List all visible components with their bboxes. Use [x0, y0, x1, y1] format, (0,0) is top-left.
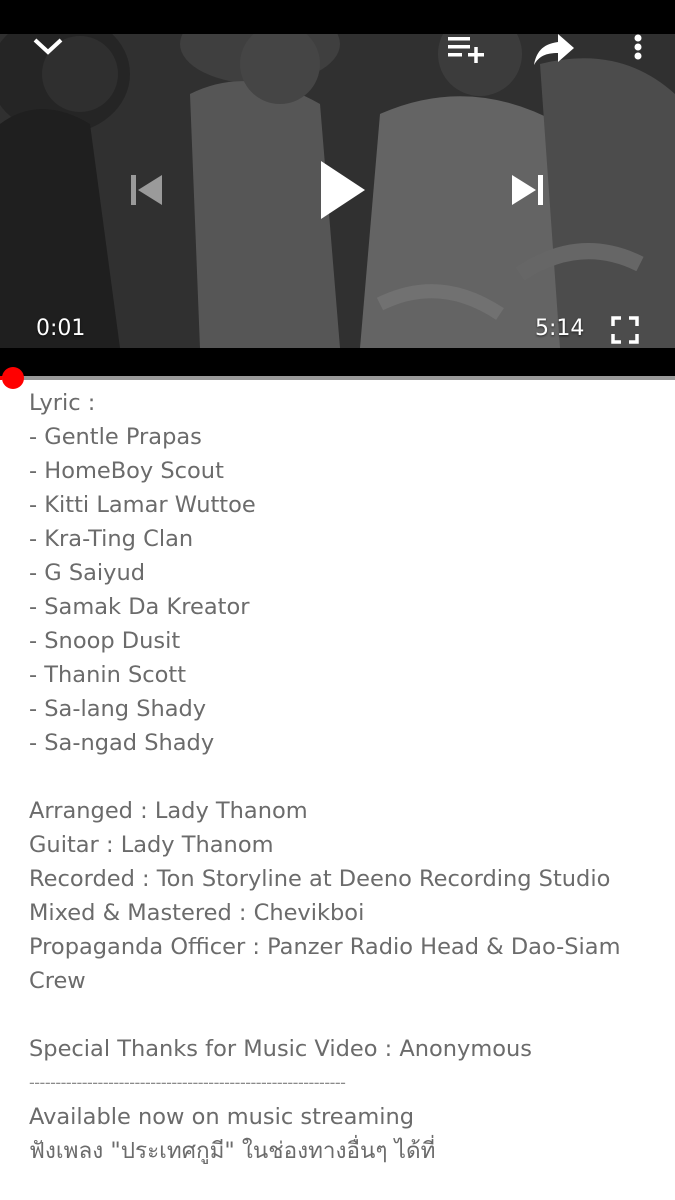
- lyricist-item: - Sa-ngad Shady: [29, 730, 215, 756]
- skip-next-icon[interactable]: [508, 172, 548, 208]
- lyricist-item: - Gentle Prapas: [29, 424, 202, 450]
- playlist-add-icon[interactable]: [444, 34, 488, 64]
- chevron-down-icon[interactable]: [28, 34, 68, 58]
- lyricist-item: - Samak Da Kreator: [29, 594, 250, 620]
- lyric-header: Lyric :: [29, 390, 96, 416]
- special-thanks: Special Thanks for Music Video : Anonymo…: [29, 1036, 533, 1062]
- thai-listen-text: ฟังเพลง "ประเทศกูมี" ในช่องทางอื่นๆ ได้ท…: [29, 1138, 436, 1164]
- lyricist-item: - Kra-Ting Clan: [29, 526, 194, 552]
- lyricist-item: - Thanin Scott: [29, 662, 187, 688]
- fullscreen-icon[interactable]: [608, 314, 642, 346]
- video-description: Lyric : - Gentle Prapas - HomeBoy Scout …: [29, 386, 649, 1168]
- status-bar: [0, 0, 675, 34]
- credit-guitar: Guitar : Lady Thanom: [29, 832, 274, 858]
- video-letterbox: [0, 348, 675, 377]
- lyricist-item: - G Saiyud: [29, 560, 146, 586]
- lyricist-item: - Sa-lang Shady: [29, 696, 207, 722]
- progress-bar[interactable]: [0, 376, 675, 380]
- available-now: Available now on music streaming: [29, 1104, 415, 1130]
- video-player[interactable]: 0:01 5:14: [0, 34, 675, 348]
- lyricist-item: - Snoop Dusit: [29, 628, 181, 654]
- share-arrow-icon[interactable]: [530, 34, 578, 66]
- credit-arranged: Arranged : Lady Thanom: [29, 798, 308, 824]
- lyricist-item: - HomeBoy Scout: [29, 458, 224, 484]
- progress-scrubber[interactable]: [2, 367, 24, 389]
- skip-previous-icon[interactable]: [126, 172, 166, 208]
- duration: 5:14: [535, 316, 585, 341]
- more-vertical-icon[interactable]: [626, 34, 650, 64]
- credit-propaganda: Propaganda Officer : Panzer Radio Head &…: [29, 934, 621, 994]
- lyricist-item: - Kitti Lamar Wuttoe: [29, 492, 256, 518]
- credit-mixed: Mixed & Mastered : Chevikboi: [29, 900, 365, 926]
- credit-recorded: Recorded : Ton Storyline at Deeno Record…: [29, 866, 611, 892]
- current-time: 0:01: [36, 316, 86, 341]
- separator-line: ----------------------------------------…: [29, 1073, 346, 1092]
- play-icon[interactable]: [310, 154, 374, 226]
